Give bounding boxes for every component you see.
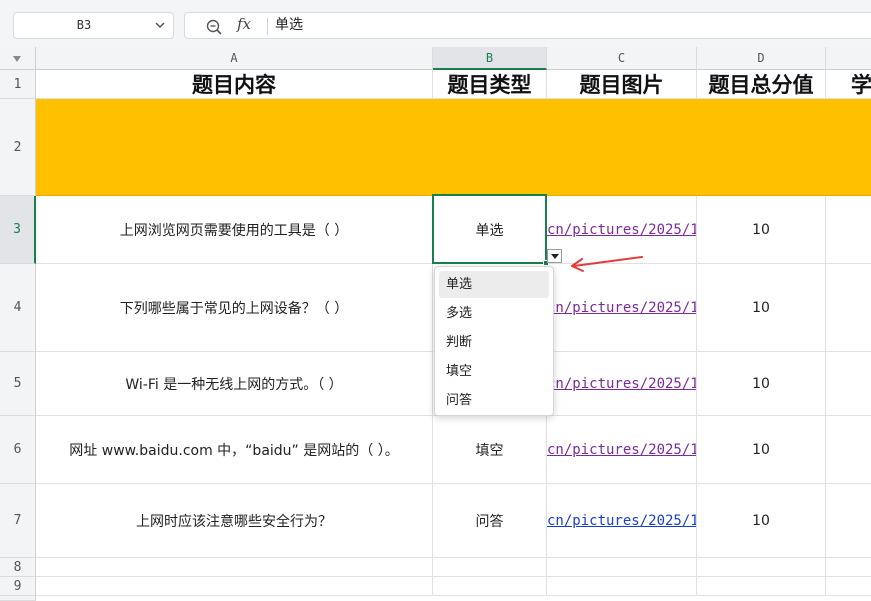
dropdown-arrow-icon [551, 254, 559, 259]
cell-d3[interactable]: 10 [697, 196, 826, 264]
row-header-10[interactable] [0, 596, 36, 601]
row-header-6[interactable]: 6 [0, 416, 36, 484]
row-header-1[interactable]: 1 [0, 70, 36, 99]
cell-b7[interactable]: 问答 [433, 484, 547, 558]
select-all-icon [13, 56, 21, 62]
cell-a6[interactable]: 网址 www.baidu.com 中，“baidu” 是网站的（ ）。 [36, 416, 433, 484]
header-cell-score[interactable]: 题目总分值 [697, 70, 826, 99]
header-cell-image[interactable]: 题目图片 [547, 70, 697, 99]
cell-a4[interactable]: 下列哪些属于常见的上网设备？（ ） [36, 264, 433, 352]
name-box-value: B3 [76, 18, 92, 32]
cell-c5-link[interactable]: cn/pictures/2025/10 [547, 352, 697, 416]
column-header-a[interactable]: A [36, 47, 433, 70]
row-header-4[interactable]: 4 [0, 264, 36, 352]
cell-d9[interactable] [697, 577, 826, 596]
row-header-2[interactable]: 2 [0, 99, 36, 196]
zoom-out-icon[interactable] [205, 18, 223, 36]
cell-e2[interactable] [826, 99, 871, 196]
cell-a9[interactable] [36, 577, 433, 596]
cell-c4-link[interactable]: cn/pictures/2025/10 [547, 264, 697, 352]
cell-d4[interactable]: 10 [697, 264, 826, 352]
header-cell-content[interactable]: 题目内容 [36, 70, 433, 99]
column-header-c[interactable]: C [547, 47, 697, 70]
cell-a5[interactable]: Wi-Fi 是一种无线上网的方式。（ ） [36, 352, 433, 416]
cell-b8[interactable] [433, 558, 547, 577]
cell-e3[interactable] [826, 196, 871, 264]
cell-b3[interactable]: 单选 [433, 196, 547, 264]
dropdown-option-essay[interactable]: 问答 [439, 387, 549, 414]
row-header-5[interactable]: 5 [0, 352, 36, 416]
cell-e8[interactable] [826, 558, 871, 577]
header-cell-type[interactable]: 题目类型 [433, 70, 547, 99]
column-header-d[interactable]: D [697, 47, 826, 70]
cell-c8[interactable] [547, 558, 697, 577]
row-header-7[interactable]: 7 [0, 484, 36, 558]
formula-input[interactable]: 单选 [275, 13, 303, 38]
dropdown-option-multiple[interactable]: 多选 [439, 300, 549, 327]
cell-d7[interactable]: 10 [697, 484, 826, 558]
row-header-3[interactable]: 3 [0, 196, 36, 264]
cell-e6[interactable] [826, 416, 871, 484]
cell-c7-link[interactable]: cn/pictures/2025/10 [547, 484, 697, 558]
cell-a2[interactable] [36, 99, 433, 196]
dropdown-option-judge[interactable]: 判断 [439, 329, 549, 356]
cell-b2[interactable] [433, 99, 547, 196]
chevron-down-icon[interactable] [153, 17, 167, 33]
header-cell-e[interactable]: 学 [826, 70, 871, 99]
formula-bar[interactable]: fx 单选 [184, 12, 871, 39]
cell-e4[interactable] [826, 264, 871, 352]
row-header-9[interactable]: 9 [0, 577, 36, 596]
cell-e7[interactable] [826, 484, 871, 558]
cell-b9[interactable] [433, 577, 547, 596]
validation-dropdown-list: 单选 多选 判断 填空 问答 [434, 266, 554, 416]
cell-e9[interactable] [826, 577, 871, 596]
cell-e5[interactable] [826, 352, 871, 416]
select-all-corner[interactable] [0, 47, 36, 70]
cell-c6-link[interactable]: cn/pictures/2025/10 [547, 416, 697, 484]
cell-a7[interactable]: 上网时应该注意哪些安全行为？ [36, 484, 433, 558]
cell-c9[interactable] [547, 577, 697, 596]
cell-b6[interactable]: 填空 [433, 416, 547, 484]
dropdown-option-single[interactable]: 单选 [439, 271, 549, 298]
cell-c2[interactable] [547, 99, 697, 196]
row-header-8[interactable]: 8 [0, 558, 36, 577]
cell-d8[interactable] [697, 558, 826, 577]
cell-d5[interactable]: 10 [697, 352, 826, 416]
cell-d6[interactable]: 10 [697, 416, 826, 484]
name-box[interactable]: B3 [13, 12, 174, 39]
formula-divider [267, 18, 268, 35]
column-header-b[interactable]: B [433, 47, 547, 70]
dropdown-option-fill[interactable]: 填空 [439, 358, 549, 385]
function-icon[interactable]: fx [237, 15, 251, 33]
cell-a8[interactable] [36, 558, 433, 577]
annotation-arrow-icon [571, 256, 643, 272]
cell-a3[interactable]: 上网浏览网页需要使用的工具是（ ） [36, 196, 433, 264]
cell-d2[interactable] [697, 99, 826, 196]
column-header-e[interactable] [826, 47, 871, 70]
